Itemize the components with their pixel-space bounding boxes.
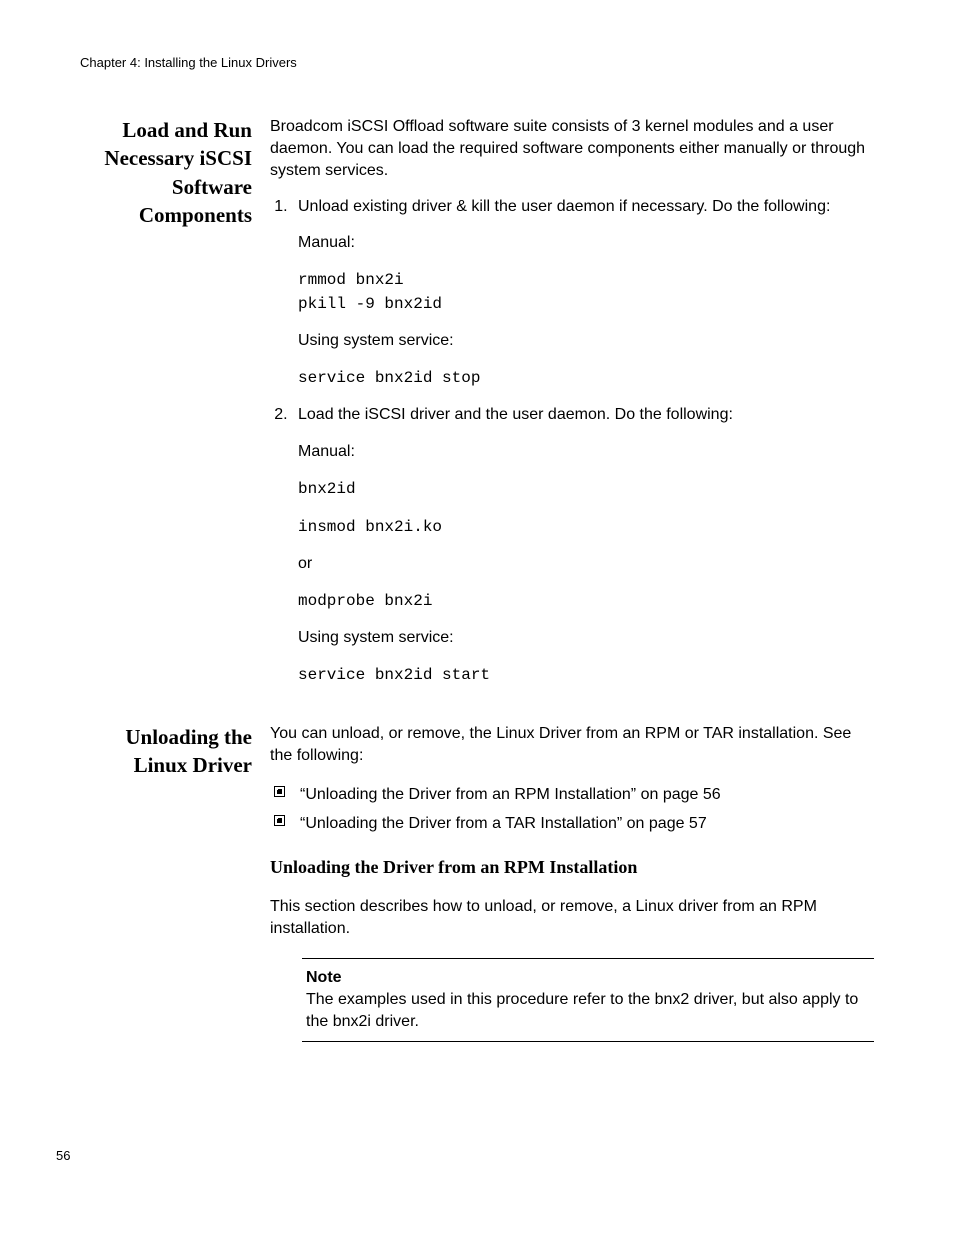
- section-unloading: Unloading the Linux Driver You can unloa…: [80, 723, 874, 1042]
- step-2-text: Load the iSCSI driver and the user daemo…: [298, 406, 733, 423]
- step-2-code1: bnx2id: [298, 477, 874, 501]
- steps-list: Unload existing driver & kill the user d…: [270, 196, 874, 687]
- box-bullet-icon: [274, 815, 285, 826]
- side-column: Load and Run Necessary iSCSI Software Co…: [80, 116, 270, 229]
- note-body: The examples used in this procedure refe…: [306, 989, 870, 1033]
- step-2-service-code: service bnx2id start: [298, 663, 874, 687]
- bullet-text-rpm: “Unloading the Driver from an RPM Instal…: [300, 786, 721, 803]
- section-load-run: Load and Run Necessary iSCSI Software Co…: [80, 116, 874, 701]
- note-title: Note: [306, 967, 870, 989]
- main-column: Broadcom iSCSI Offload software suite co…: [270, 116, 874, 701]
- sub-heading-rpm: Unloading the Driver from an RPM Install…: [270, 857, 874, 878]
- bullet-list: “Unloading the Driver from an RPM Instal…: [270, 781, 874, 839]
- running-header: Chapter 4: Installing the Linux Drivers: [80, 55, 874, 70]
- bullet-text-tar: “Unloading the Driver from a TAR Install…: [300, 815, 707, 832]
- main-column-2: You can unload, or remove, the Linux Dri…: [270, 723, 874, 1042]
- step-2-code3: modprobe bnx2i: [298, 589, 874, 613]
- step-1: Unload existing driver & kill the user d…: [292, 196, 874, 390]
- step-1-service-label: Using system service:: [298, 330, 874, 352]
- unloading-intro: You can unload, or remove, the Linux Dri…: [270, 723, 874, 767]
- step-1-manual-code: rmmod bnx2i pkill -9 bnx2id: [298, 268, 874, 316]
- step-1-text: Unload existing driver & kill the user d…: [298, 198, 830, 215]
- box-bullet-icon: [274, 786, 285, 797]
- bullet-item-tar: “Unloading the Driver from a TAR Install…: [274, 810, 874, 839]
- step-1-service-code: service bnx2id stop: [298, 366, 874, 390]
- step-2: Load the iSCSI driver and the user daemo…: [292, 404, 874, 686]
- page: Chapter 4: Installing the Linux Drivers …: [0, 0, 954, 1235]
- side-heading-load-run: Load and Run Necessary iSCSI Software Co…: [80, 116, 252, 229]
- step-2-or-label: or: [298, 553, 874, 575]
- side-heading-unloading: Unloading the Linux Driver: [80, 723, 252, 780]
- step-2-service-label: Using system service:: [298, 627, 874, 649]
- page-number: 56: [56, 1148, 70, 1163]
- side-column-2: Unloading the Linux Driver: [80, 723, 270, 780]
- sub-body-rpm: This section describes how to unload, or…: [270, 896, 874, 940]
- step-2-manual-label: Manual:: [298, 441, 874, 463]
- intro-paragraph: Broadcom iSCSI Offload software suite co…: [270, 116, 874, 182]
- bullet-item-rpm: “Unloading the Driver from an RPM Instal…: [274, 781, 874, 810]
- step-1-manual-label: Manual:: [298, 232, 874, 254]
- step-2-code2: insmod bnx2i.ko: [298, 515, 874, 539]
- note-box: Note The examples used in this procedure…: [302, 958, 874, 1042]
